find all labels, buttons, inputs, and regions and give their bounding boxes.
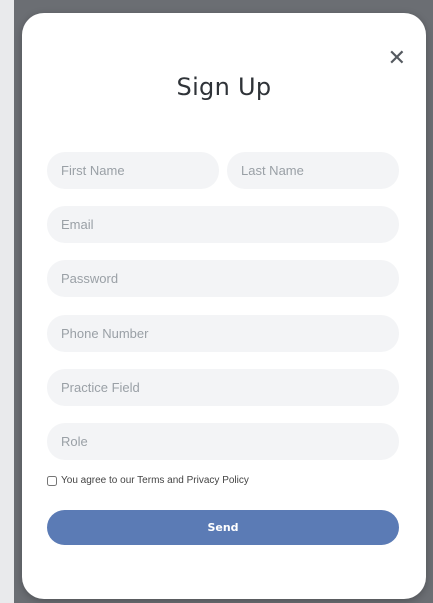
phone-number-input[interactable] (47, 315, 399, 352)
last-name-input[interactable] (227, 152, 399, 189)
modal-title: Sign Up (176, 73, 272, 101)
send-button[interactable]: Send (47, 510, 399, 545)
password-input[interactable] (47, 260, 399, 297)
terms-row: You agree to our Terms and Privacy Polic… (47, 475, 249, 486)
terms-checkbox[interactable] (47, 475, 57, 486)
first-name-input[interactable] (47, 152, 219, 189)
close-icon[interactable]: ✕ (388, 48, 406, 70)
page-background-strip (0, 0, 14, 603)
practice-field-input[interactable] (47, 369, 399, 406)
role-input[interactable] (47, 423, 399, 460)
email-input[interactable] (47, 206, 399, 243)
signup-modal: ✕ Sign Up You agree to our Terms and Pri… (22, 13, 426, 599)
terms-label: You agree to our Terms and Privacy Polic… (61, 475, 249, 486)
